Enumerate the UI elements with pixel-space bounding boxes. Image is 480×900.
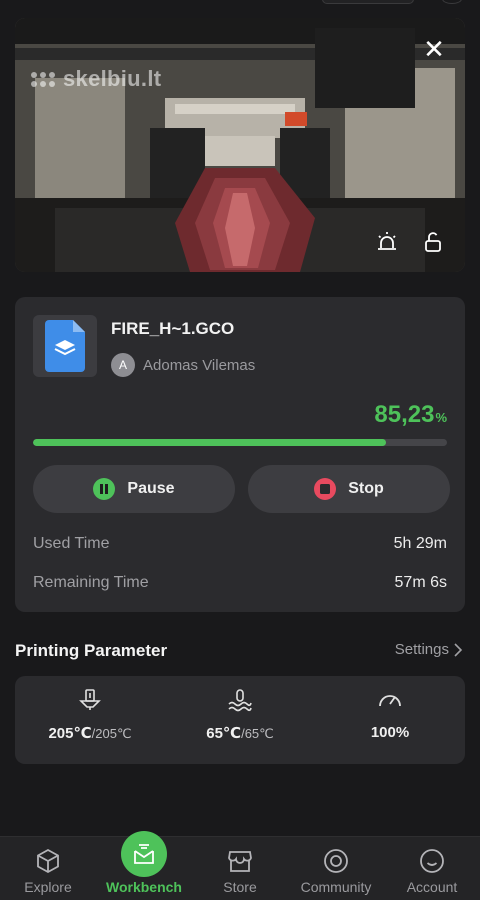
bottom-nav: Explore Workbench Store Community Accoun… bbox=[0, 836, 480, 900]
job-owner: A Adomas Vilemas bbox=[111, 353, 255, 377]
nav-store[interactable]: Store bbox=[192, 837, 288, 900]
camera-feed[interactable]: skelbiu.lt ✕ bbox=[15, 18, 465, 272]
pause-icon bbox=[93, 478, 116, 500]
remaining-time-label: Remaining Time bbox=[33, 574, 149, 591]
account-icon bbox=[418, 847, 446, 875]
progress-unit: % bbox=[435, 410, 447, 425]
store-icon bbox=[226, 847, 254, 875]
nav-label-account: Account bbox=[406, 879, 458, 895]
progress-percent: 85,23% bbox=[374, 401, 447, 429]
watermark: skelbiu.lt bbox=[31, 66, 161, 92]
bed-current: 65℃ bbox=[206, 725, 242, 742]
workbench-icon[interactable] bbox=[121, 831, 167, 877]
pause-label: Pause bbox=[127, 480, 175, 497]
section-title: Printing Parameter bbox=[15, 641, 168, 660]
remaining-time-row: Remaining Time 57m 6s bbox=[33, 574, 447, 592]
nav-label-community: Community bbox=[300, 879, 372, 895]
file-name: FIRE_H~1.GCO bbox=[111, 319, 235, 338]
explore-icon bbox=[34, 847, 62, 875]
speed-gauge-icon bbox=[379, 695, 401, 707]
light-icon[interactable] bbox=[371, 226, 403, 258]
used-time-label: Used Time bbox=[33, 535, 110, 552]
used-time-row: Used Time 5h 29m bbox=[33, 535, 447, 553]
nozzle-temp-value: 205℃/205℃ bbox=[48, 724, 131, 742]
settings-link[interactable]: Settings bbox=[395, 641, 463, 658]
speed-value: 100% bbox=[370, 724, 410, 741]
nav-label-explore: Explore bbox=[24, 879, 72, 895]
progress-number: 85,23 bbox=[374, 401, 435, 428]
progress-bar-fill bbox=[33, 439, 386, 446]
chevron-right-icon bbox=[454, 642, 463, 657]
file-thumbnail bbox=[33, 315, 97, 377]
nav-explore[interactable]: Explore bbox=[0, 837, 96, 900]
watermark-logo-icon bbox=[31, 71, 55, 87]
pause-button[interactable]: Pause bbox=[33, 465, 235, 513]
bed-temp-icon bbox=[228, 689, 252, 712]
owner-name: Adomas Vilemas bbox=[143, 356, 256, 374]
avatar: A bbox=[111, 353, 135, 377]
watermark-text: skelbiu.lt bbox=[63, 66, 162, 91]
print-speed[interactable]: 100% bbox=[325, 688, 455, 741]
nav-label-store: Store bbox=[223, 879, 257, 895]
nav-community[interactable]: Community bbox=[288, 837, 384, 900]
bed-temp-value: 65℃/65℃ bbox=[206, 724, 274, 742]
stop-icon bbox=[314, 478, 337, 500]
nozzle-temp-icon bbox=[79, 689, 101, 710]
used-time-value: 5h 29m bbox=[393, 535, 447, 552]
top-icon-fragment bbox=[442, 0, 462, 4]
remaining-time-value: 57m 6s bbox=[394, 574, 447, 591]
unlock-icon[interactable] bbox=[417, 226, 449, 258]
printer-control-screen: skelbiu.lt ✕ FIRE_H~1.GCO A Adomas Vilem… bbox=[0, 0, 480, 900]
top-toolbar-fragment bbox=[322, 0, 414, 4]
close-icon[interactable]: ✕ bbox=[423, 36, 445, 62]
progress-bar bbox=[33, 439, 447, 446]
settings-label: Settings bbox=[394, 641, 449, 658]
community-icon bbox=[322, 847, 350, 875]
parameter-card: 205℃/205℃ 65℃/65℃ 100% bbox=[15, 676, 465, 764]
stop-button[interactable]: Stop bbox=[248, 465, 450, 513]
bed-temp[interactable]: 65℃/65℃ bbox=[175, 688, 305, 742]
nozzle-temp[interactable]: 205℃/205℃ bbox=[25, 688, 155, 742]
stop-label: Stop bbox=[348, 480, 384, 497]
nav-label-workbench: Workbench bbox=[106, 879, 182, 895]
print-job-card: FIRE_H~1.GCO A Adomas Vilemas 85,23% Pau… bbox=[15, 297, 465, 612]
bed-target: /65℃ bbox=[241, 726, 274, 741]
nozzle-current: 205℃ bbox=[48, 725, 92, 742]
file-icon bbox=[45, 320, 85, 372]
nav-account[interactable]: Account bbox=[384, 837, 480, 900]
nozzle-target: /205℃ bbox=[91, 726, 132, 741]
